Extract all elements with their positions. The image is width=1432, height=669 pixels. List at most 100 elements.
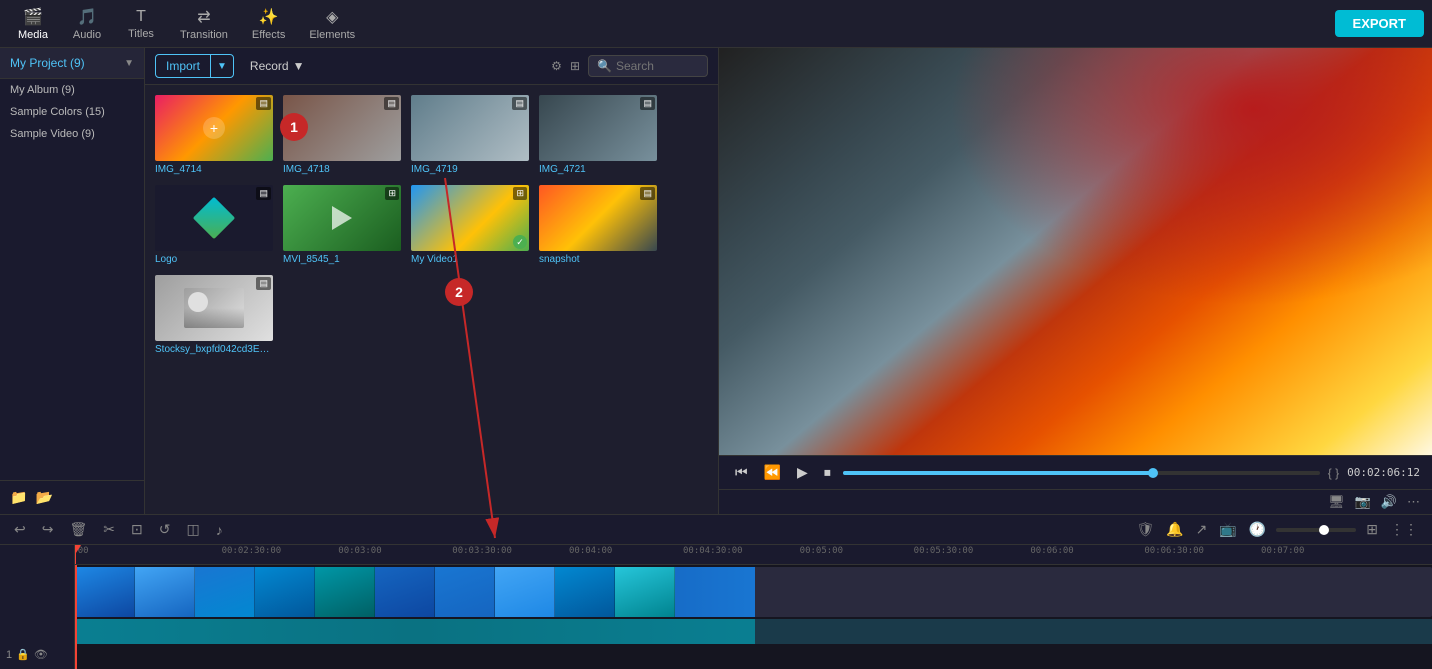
track-segment-1 bbox=[75, 567, 135, 617]
folder-sample-video[interactable]: Sample Video (9) bbox=[0, 123, 144, 145]
fit-button[interactable]: ⊞ bbox=[1364, 519, 1380, 540]
video-track[interactable] bbox=[75, 567, 1432, 617]
track-segment-6 bbox=[375, 567, 435, 617]
track-segment-10 bbox=[615, 567, 675, 617]
tab-audio[interactable]: 🎵 Audio bbox=[62, 3, 112, 45]
more-options-icon[interactable]: ⋯ bbox=[1407, 494, 1420, 510]
import-dropdown-arrow[interactable]: ▼ bbox=[210, 55, 233, 77]
rewind-button[interactable]: ⏮ bbox=[731, 462, 752, 483]
search-icon: 🔍 bbox=[597, 59, 612, 73]
effects-icon: ✨ bbox=[259, 7, 279, 27]
audio-detach-button[interactable]: ♪ bbox=[214, 520, 225, 540]
crop-button[interactable]: ⊡ bbox=[129, 519, 145, 540]
rotate-button[interactable]: ↺ bbox=[157, 519, 173, 540]
zoom-slider[interactable] bbox=[1276, 528, 1356, 532]
tab-titles[interactable]: T Titles bbox=[116, 4, 166, 44]
clock-button[interactable]: 🕐 bbox=[1247, 519, 1268, 540]
playback-progress[interactable] bbox=[843, 471, 1320, 475]
media-item-name: IMG_4721 bbox=[539, 164, 657, 175]
tab-transition[interactable]: ⇄ Transition bbox=[170, 3, 238, 45]
monitor-icon[interactable]: 🖥 bbox=[1328, 494, 1345, 510]
timeline-left-panel: 1 🔒 👁 bbox=[0, 545, 75, 669]
media-toolbar: Import ▼ Record ▼ ⚙ ⊞ 🔍 bbox=[145, 48, 718, 85]
media-item-logo[interactable]: ▤ Logo bbox=[155, 185, 273, 265]
media-item-name: Logo bbox=[155, 254, 273, 265]
share-button[interactable]: ↗ bbox=[1194, 519, 1210, 540]
cut-button[interactable]: ✂ bbox=[101, 519, 117, 540]
play-button[interactable]: ▶ bbox=[793, 462, 812, 483]
folder-sample-colors[interactable]: Sample Colors (15) bbox=[0, 101, 144, 123]
ruler-mark-9: 00:06:30:00 bbox=[1144, 546, 1204, 556]
eye-icon[interactable]: 👁 bbox=[34, 648, 48, 661]
remove-folder-button[interactable]: 📂 bbox=[35, 489, 52, 506]
more-timeline-button[interactable]: ⋮⋮ bbox=[1388, 519, 1420, 540]
import-button[interactable]: Import bbox=[156, 55, 210, 77]
tab-elements[interactable]: ◈ Elements bbox=[299, 3, 365, 45]
ruler-mark-4: 00:04:00 bbox=[569, 546, 612, 556]
ruler-mark-6: 00:05:00 bbox=[800, 546, 843, 556]
audio-track[interactable] bbox=[75, 619, 1432, 644]
snapshot-icon[interactable]: 📷 bbox=[1355, 494, 1371, 510]
track-segment-4 bbox=[255, 567, 315, 617]
timeline-toolbar: ↩ ↪ 🗑 ✂ ⊡ ↺ ◫ ♪ 🛡 🔔 ↗ 📺 🕐 ⊞ ⋮⋮ bbox=[0, 515, 1432, 545]
project-header[interactable]: My Project (9) ▼ bbox=[0, 48, 144, 79]
ruler-mark-10: 00:07:00 bbox=[1261, 546, 1304, 556]
media-item-myvideo1[interactable]: ⊞ ✓ My Video1 bbox=[411, 185, 529, 265]
export-button[interactable]: EXPORT bbox=[1335, 10, 1424, 37]
bell-button[interactable]: 🔔 bbox=[1164, 519, 1185, 540]
media-item-img4719[interactable]: ▤ IMG_4719 bbox=[411, 95, 529, 175]
monitor-button[interactable]: 📺 bbox=[1217, 519, 1238, 540]
search-input[interactable] bbox=[616, 59, 706, 73]
track-segment-9 bbox=[555, 567, 615, 617]
timeline-content: 1 🔒 👁 00:00 00:02:30:00 00:03:00 00:03:3… bbox=[0, 545, 1432, 669]
media-item-name: IMG_4714 bbox=[155, 164, 273, 175]
ruler-mark-5: 00:04:30:00 bbox=[683, 546, 743, 556]
add-folder-button[interactable]: 📁 bbox=[10, 489, 27, 506]
record-dropdown-icon: ▼ bbox=[293, 59, 305, 73]
add-to-timeline-btn[interactable]: + bbox=[203, 117, 225, 139]
lock-icon[interactable]: 🔒 bbox=[16, 648, 30, 661]
filter-icon[interactable]: ⚙ bbox=[551, 59, 562, 73]
shield-button[interactable]: 🛡 bbox=[1134, 519, 1156, 540]
media-item-img4721[interactable]: ▤ IMG_4721 bbox=[539, 95, 657, 175]
media-thumb-img4719: ▤ bbox=[411, 95, 529, 161]
redo-button[interactable]: ↪ bbox=[40, 519, 56, 540]
track-number: 1 bbox=[6, 649, 12, 661]
thumb-type-badge: ▤ bbox=[640, 97, 655, 110]
media-item-stocksy[interactable]: ▤ Stocksy_bxpfd042cd3EA... bbox=[155, 275, 273, 355]
track-label-1: 1 🔒 👁 bbox=[0, 644, 74, 665]
undo-button[interactable]: ↩ bbox=[12, 519, 28, 540]
media-item-img4714[interactable]: ▤ + IMG_4714 bbox=[155, 95, 273, 175]
thumb-type-badge: ▤ bbox=[256, 277, 271, 290]
tab-effects[interactable]: ✨ Effects bbox=[242, 3, 295, 45]
delete-button[interactable]: 🗑 bbox=[67, 519, 89, 540]
logo-diamond bbox=[193, 197, 235, 239]
grid-view-icon[interactable]: ⊞ bbox=[570, 59, 580, 73]
media-item-mvi8545[interactable]: ⊞ MVI_8545_1 bbox=[283, 185, 401, 265]
folder-my-album[interactable]: My Album (9) bbox=[0, 79, 144, 101]
media-item-snapshot[interactable]: ▤ snapshot bbox=[539, 185, 657, 265]
volume-icon[interactable]: 🔊 bbox=[1381, 494, 1397, 510]
track-segment-2 bbox=[135, 567, 195, 617]
media-item-name: Stocksy_bxpfd042cd3EA... bbox=[155, 344, 273, 355]
timeline-right-tools: 🛡 🔔 ↗ 📺 🕐 ⊞ ⋮⋮ bbox=[1134, 519, 1420, 540]
progress-fill bbox=[843, 471, 1153, 475]
record-button[interactable]: Record ▼ bbox=[242, 55, 313, 77]
step-back-button[interactable]: ⏪ bbox=[760, 462, 785, 483]
stabilize-button[interactable]: ◫ bbox=[184, 519, 201, 540]
chevron-down-icon: ▼ bbox=[124, 58, 134, 69]
video-track-content bbox=[75, 567, 755, 617]
step1-badge: 1 bbox=[280, 113, 308, 141]
thumb-type-badge: ⊞ bbox=[385, 187, 399, 200]
media-thumb-mvi8545: ⊞ bbox=[283, 185, 401, 251]
stop-button[interactable]: ⏹ bbox=[820, 462, 835, 483]
thumb-type-badge: ▤ bbox=[512, 97, 527, 110]
transition-icon: ⇄ bbox=[197, 7, 210, 27]
tab-media[interactable]: 🎬 Media bbox=[8, 3, 58, 45]
brackets-label: { } bbox=[1328, 466, 1339, 480]
ruler-mark-1: 00:02:30:00 bbox=[222, 546, 282, 556]
ruler-mark-8: 00:06:00 bbox=[1030, 546, 1073, 556]
zoom-thumb bbox=[1319, 525, 1329, 535]
timeline-tracks bbox=[75, 565, 1432, 669]
track-segment-7 bbox=[435, 567, 495, 617]
